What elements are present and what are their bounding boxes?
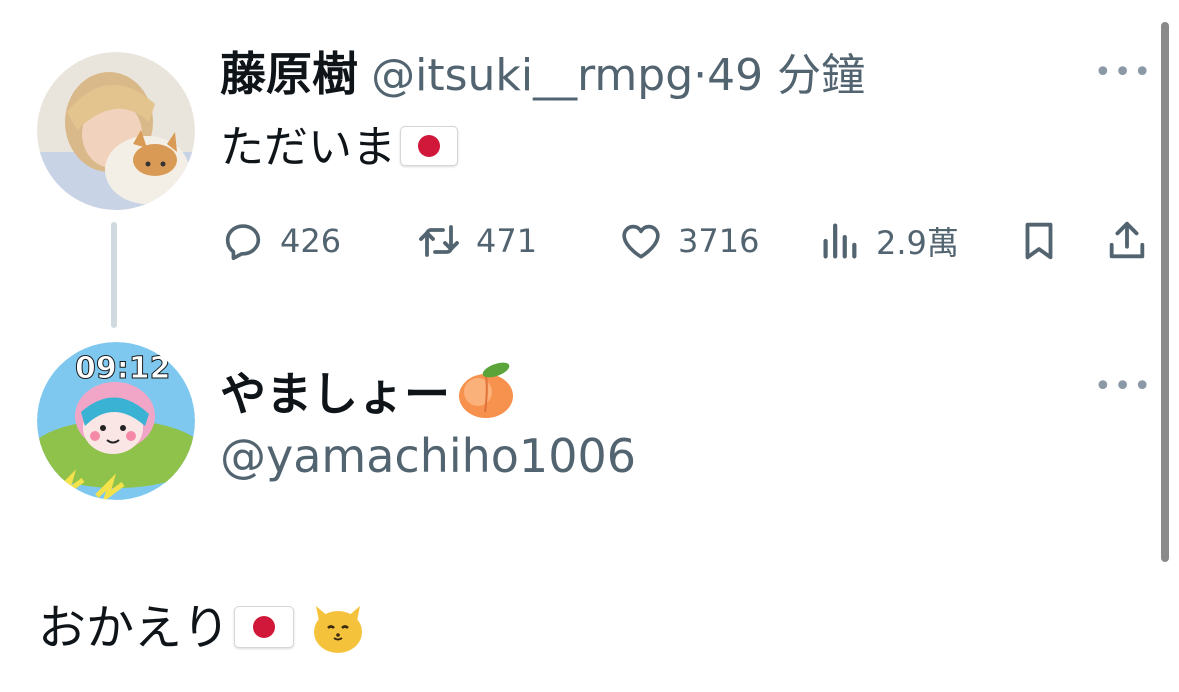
bookmark-button[interactable] bbox=[1014, 214, 1064, 268]
avatar-photo bbox=[37, 52, 195, 210]
japan-flag-emoji bbox=[234, 606, 295, 648]
tweet-actions-bar: 426 471 3716 2.9萬 bbox=[218, 214, 1158, 268]
scrollbar[interactable] bbox=[1161, 22, 1169, 562]
reply-icon bbox=[218, 216, 268, 266]
reply-author-name-row: やましょー bbox=[220, 360, 516, 424]
tweet-text-content: ただいま bbox=[220, 122, 396, 173]
share-upload-icon bbox=[1102, 216, 1152, 266]
avatar-illustration: 09:12 bbox=[37, 342, 195, 500]
avatar-itsuki[interactable] bbox=[37, 52, 195, 210]
reply-author-name[interactable]: やましょー bbox=[220, 367, 450, 421]
more-options-icon[interactable]: ••• bbox=[1094, 58, 1153, 88]
views-count: 2.9萬 bbox=[876, 224, 959, 262]
retweet-button[interactable]: 471 bbox=[414, 214, 537, 268]
time-separator: · bbox=[693, 50, 708, 101]
tweet-timestamp[interactable]: 49 分鐘 bbox=[707, 50, 865, 101]
japan-flag-emoji bbox=[400, 126, 458, 166]
thread-connector-line bbox=[111, 222, 117, 328]
views-button[interactable]: 2.9萬 bbox=[814, 214, 959, 268]
views-chart-icon bbox=[814, 216, 864, 266]
reply-button[interactable]: 426 bbox=[218, 214, 341, 268]
retweet-count: 471 bbox=[476, 222, 538, 260]
tweet-header: 藤原樹 @itsuki__rmpg·49 分鐘 bbox=[220, 48, 865, 102]
reply-author-handle[interactable]: @yamachiho1006 bbox=[220, 430, 636, 482]
bookmark-icon bbox=[1014, 216, 1064, 266]
share-button[interactable] bbox=[1102, 214, 1152, 268]
reply-more-options-icon[interactable]: ••• bbox=[1094, 372, 1153, 402]
like-count: 3716 bbox=[678, 222, 760, 260]
like-button[interactable]: 3716 bbox=[616, 214, 759, 268]
reply-count: 426 bbox=[280, 222, 342, 260]
author-name[interactable]: 藤原樹 bbox=[220, 47, 358, 101]
peach-emoji-icon bbox=[456, 360, 516, 424]
heart-icon bbox=[616, 216, 666, 266]
avatar-clock-text: 09:12 bbox=[75, 351, 171, 386]
reply-text-content: おかえり bbox=[38, 600, 231, 656]
reply-text: おかえり bbox=[38, 596, 368, 666]
tweet-text: ただいま bbox=[220, 122, 458, 174]
author-handle[interactable]: @itsuki__rmpg bbox=[371, 50, 693, 101]
retweet-icon bbox=[414, 216, 464, 266]
avatar-yamachiho[interactable]: 09:12 bbox=[37, 342, 195, 500]
cat-face-emoji-icon bbox=[308, 596, 368, 666]
